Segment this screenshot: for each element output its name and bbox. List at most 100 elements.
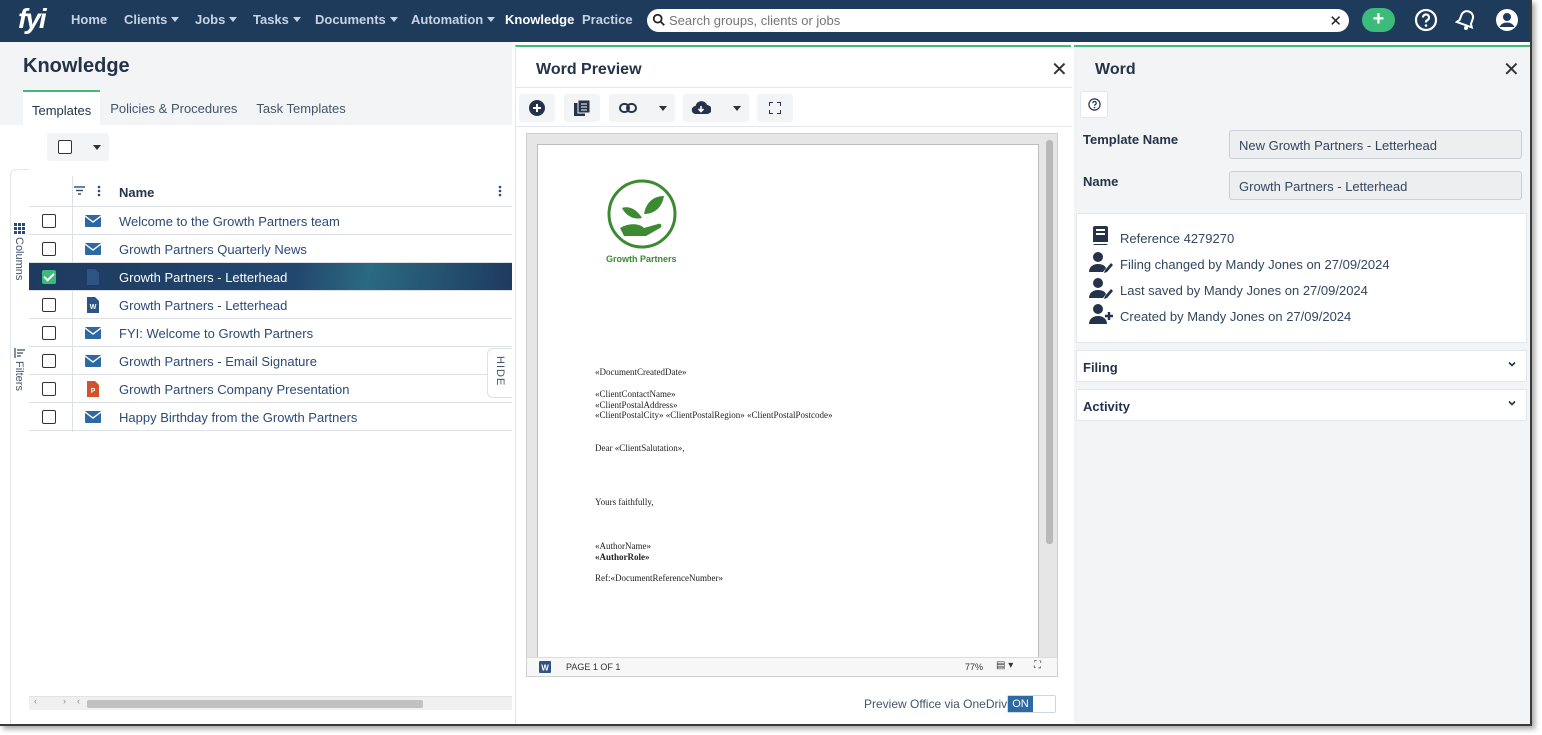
question-circle-icon — [1088, 98, 1101, 111]
nav-knowledge[interactable]: Knowledge — [505, 12, 574, 27]
tab-templates[interactable]: Templates — [23, 90, 101, 126]
caret-down-icon — [733, 106, 741, 111]
row-checkbox[interactable] — [42, 242, 56, 256]
template-name-link[interactable]: Growth Partners Company Presentation — [119, 382, 350, 397]
column-menu-icon[interactable] — [97, 185, 101, 197]
row-checkbox[interactable] — [42, 214, 56, 228]
add-button[interactable] — [519, 94, 555, 122]
clear-search-icon[interactable]: ✕ — [1329, 12, 1342, 30]
row-checkbox-checked[interactable] — [42, 270, 56, 284]
table-row[interactable]: Welcome to the Growth Partners team — [29, 207, 512, 235]
activity-section[interactable]: Activity — [1076, 389, 1527, 421]
template-name-link[interactable]: Growth Partners - Letterhead — [119, 270, 287, 285]
template-name-field[interactable]: New Growth Partners - Letterhead — [1229, 130, 1522, 159]
scroll-right-icon[interactable]: › — [63, 696, 66, 706]
table-row-selected[interactable]: Growth Partners - Letterhead — [29, 263, 512, 291]
view-mode-icon[interactable]: ▤ ▾ — [996, 660, 1013, 671]
caret-down-icon — [171, 17, 180, 22]
select-all-checkbox[interactable] — [58, 140, 72, 154]
row-checkbox[interactable] — [42, 298, 56, 312]
nav-practice[interactable]: Practice — [582, 12, 633, 27]
preview-toolbar — [516, 87, 1072, 127]
download-button[interactable] — [683, 94, 749, 122]
doc-salutation: Dear «ClientSalutation», — [595, 443, 685, 453]
caret-down-icon — [487, 17, 496, 22]
reference-text: Reference 4279270 — [1120, 231, 1235, 246]
row-checkbox[interactable] — [42, 326, 56, 340]
row-checkbox[interactable] — [42, 354, 56, 368]
table-row[interactable]: P Growth Partners Company Presentation — [29, 375, 512, 403]
notifications-bell-icon[interactable] — [1454, 8, 1478, 32]
document-scrollbar[interactable] — [1046, 140, 1053, 544]
user-edit-icon — [1089, 278, 1113, 299]
doc-reference: Ref:«DocumentReferenceNumber» — [595, 573, 723, 583]
nav-knowledge-label: Knowledge — [505, 12, 575, 27]
filing-section[interactable]: Filing — [1076, 350, 1527, 382]
name-column-header[interactable]: Name — [119, 185, 154, 200]
nav-home[interactable]: Home — [71, 12, 107, 27]
template-name-link[interactable]: Happy Birthday from the Growth Partners — [119, 410, 357, 425]
sort-lines-icon[interactable] — [74, 186, 85, 195]
onedrive-preview-toggle[interactable]: ON — [1007, 695, 1056, 713]
template-name-link[interactable]: Growth Partners - Email Signature — [119, 354, 317, 369]
search-input[interactable] — [669, 13, 1319, 28]
hide-preview-toggle[interactable]: HIDE — [487, 348, 512, 398]
close-preview-icon[interactable]: ✕ — [1051, 57, 1068, 82]
grid-header: Name — [29, 176, 512, 207]
document-page: Growth Partners «DocumentCreatedDate» «C… — [537, 144, 1039, 660]
row-checkbox[interactable] — [42, 410, 56, 424]
help-button[interactable] — [1080, 91, 1108, 118]
template-name-link[interactable]: Welcome to the Growth Partners team — [119, 214, 340, 229]
help-icon[interactable] — [1414, 8, 1438, 32]
knowledge-tabs: Templates Policies & Procedures Task Tem… — [23, 90, 356, 126]
nav-home-label: Home — [71, 12, 108, 27]
email-icon — [85, 215, 101, 227]
document-viewer[interactable]: Growth Partners «DocumentCreatedDate» «C… — [526, 133, 1058, 677]
name-field[interactable]: Growth Partners - Letterhead — [1229, 171, 1522, 200]
tab-policies-procedures[interactable]: Policies & Procedures — [101, 90, 246, 126]
table-row[interactable]: Happy Birthday from the Growth Partners — [29, 403, 512, 431]
fit-page-icon[interactable]: ⛶ — [1034, 660, 1041, 671]
chevron-down-icon — [1508, 400, 1516, 406]
add-new-button[interactable]: + — [1362, 8, 1395, 32]
tab-task-templates[interactable]: Task Templates — [247, 90, 354, 126]
template-name-link[interactable]: Growth Partners Quarterly News — [119, 242, 307, 257]
scroll-left-icon[interactable]: ‹ — [77, 696, 80, 706]
user-account-icon[interactable] — [1495, 8, 1519, 32]
nav-clients[interactable]: Clients — [124, 12, 180, 27]
template-name-link[interactable]: FYI: Welcome to Growth Partners — [119, 326, 313, 341]
columns-toggle[interactable]: Columns — [13, 237, 25, 280]
nav-documents[interactable]: Documents — [315, 12, 398, 27]
bulk-select-dropdown[interactable] — [47, 133, 109, 161]
table-row[interactable]: FYI: Welcome to Growth Partners — [29, 319, 512, 347]
nav-jobs[interactable]: Jobs — [195, 12, 238, 27]
activity-section-label: Activity — [1083, 399, 1130, 414]
row-checkbox[interactable] — [42, 382, 56, 396]
details-title: Word — [1095, 61, 1136, 78]
nav-automation[interactable]: Automation — [411, 12, 496, 27]
scrollbar-thumb[interactable] — [87, 700, 423, 708]
knowledge-header: Knowledge Templates Policies & Procedure… — [0, 42, 512, 126]
copy-link-button[interactable] — [609, 94, 675, 122]
columns-grid-icon[interactable] — [14, 223, 25, 234]
nav-documents-label: Documents — [315, 12, 386, 27]
template-name-link[interactable]: Growth Partners - Letterhead — [119, 298, 287, 313]
nav-tasks[interactable]: Tasks — [253, 12, 301, 27]
fyi-logo[interactable]: fyi — [18, 3, 54, 39]
versions-button[interactable] — [564, 94, 600, 122]
table-row[interactable]: Growth Partners Quarterly News — [29, 235, 512, 263]
template-name-label: Template Name — [1083, 132, 1179, 147]
column-options-icon[interactable] — [498, 185, 502, 197]
nav-clients-label: Clients — [124, 12, 168, 27]
document-info-card: Reference 4279270 Filing changed by Mand… — [1076, 213, 1527, 343]
fullscreen-button[interactable] — [757, 94, 793, 122]
zoom-level[interactable]: 77% — [965, 662, 983, 672]
horizontal-scrollbar[interactable]: ‹ › ‹ — [29, 696, 512, 710]
table-row[interactable]: W Growth Partners - Letterhead — [29, 291, 512, 319]
table-row[interactable]: Growth Partners - Email Signature — [29, 347, 512, 375]
filters-toggle[interactable]: Filters — [13, 361, 25, 391]
close-details-icon[interactable]: ✕ — [1503, 57, 1520, 82]
preview-title: Word Preview — [536, 61, 642, 78]
scroll-left-icon[interactable]: ‹ — [34, 696, 37, 706]
filter-icon[interactable] — [14, 348, 25, 358]
